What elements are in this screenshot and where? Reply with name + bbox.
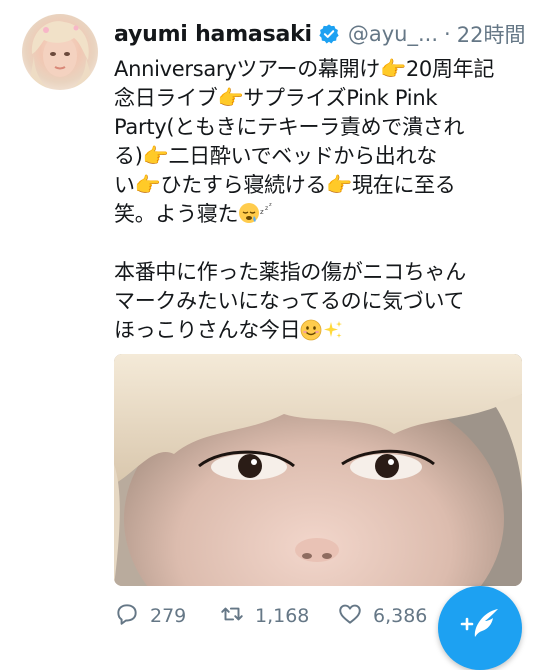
verified-badge-icon — [318, 23, 340, 45]
retweet-icon — [219, 601, 245, 632]
reply-count: 279 — [150, 605, 187, 627]
svg-text:z: z — [260, 208, 264, 216]
separator-dot: · — [444, 22, 451, 46]
author-handle[interactable]: @ayu_... — [348, 22, 438, 46]
smiley-emoji-icon — [300, 319, 322, 349]
like-button[interactable]: 6,386 — [337, 601, 427, 632]
reply-button[interactable]: 279 — [114, 601, 219, 632]
tweet-text-blank-line — [114, 229, 524, 258]
svg-text:z: z — [265, 205, 268, 212]
reply-icon — [114, 601, 140, 632]
sleepy-emoji-icon: zzz — [238, 201, 278, 233]
tweet-text-line: い👉ひたすら寝続ける👉現在に至る — [114, 173, 456, 197]
tweet-header: ayumi hamasaki @ayu_... · 22時間 — [114, 14, 532, 54]
avatar[interactable] — [22, 14, 98, 90]
tweet-photo[interactable] — [114, 354, 522, 586]
tweet-text-line: 念日ライブ👉サプライズPink Pink — [114, 86, 438, 110]
tweet-text-line: Anniversaryツアーの幕開け👉20周年記 — [114, 57, 495, 81]
like-count: 6,386 — [373, 605, 428, 627]
sparkles-emoji-icon — [322, 319, 344, 349]
tweet-text-line: 本番中に作った薬指の傷がニコちゃん — [114, 260, 466, 284]
tweet-text-line-with-emoji: ほっこりさんな今日 — [114, 316, 524, 345]
tweet-actions: 279 1,168 6,386 — [114, 600, 444, 632]
retweet-button[interactable]: 1,168 — [219, 601, 337, 632]
svg-text:z: z — [269, 202, 272, 208]
tweet-text-segment: 笑。よう寝た — [114, 202, 239, 226]
compose-tweet-button[interactable] — [438, 586, 522, 670]
tweet-text-line-with-emoji: 笑。よう寝た z z z — [114, 200, 524, 229]
tweet-text-line: Party(ともきにテキーラ責めで潰され — [114, 115, 465, 139]
tweet-text: Anniversaryツアーの幕開け👉20周年記 念日ライブ👉サプライズPink… — [114, 55, 524, 345]
heart-icon — [337, 601, 363, 632]
tweet-text-line: る)👉二日酔いでベッドから出れな — [114, 144, 437, 168]
tweet-text-segment: ほっこりさんな今日 — [114, 318, 301, 342]
retweet-count: 1,168 — [255, 605, 310, 627]
compose-tweet-icon — [458, 586, 502, 646]
author-name[interactable]: ayumi hamasaki — [114, 22, 312, 47]
tweet-text-line: マークみたいになってるのに気づいて — [114, 289, 465, 313]
tweet-timestamp[interactable]: 22時間 — [457, 19, 526, 49]
